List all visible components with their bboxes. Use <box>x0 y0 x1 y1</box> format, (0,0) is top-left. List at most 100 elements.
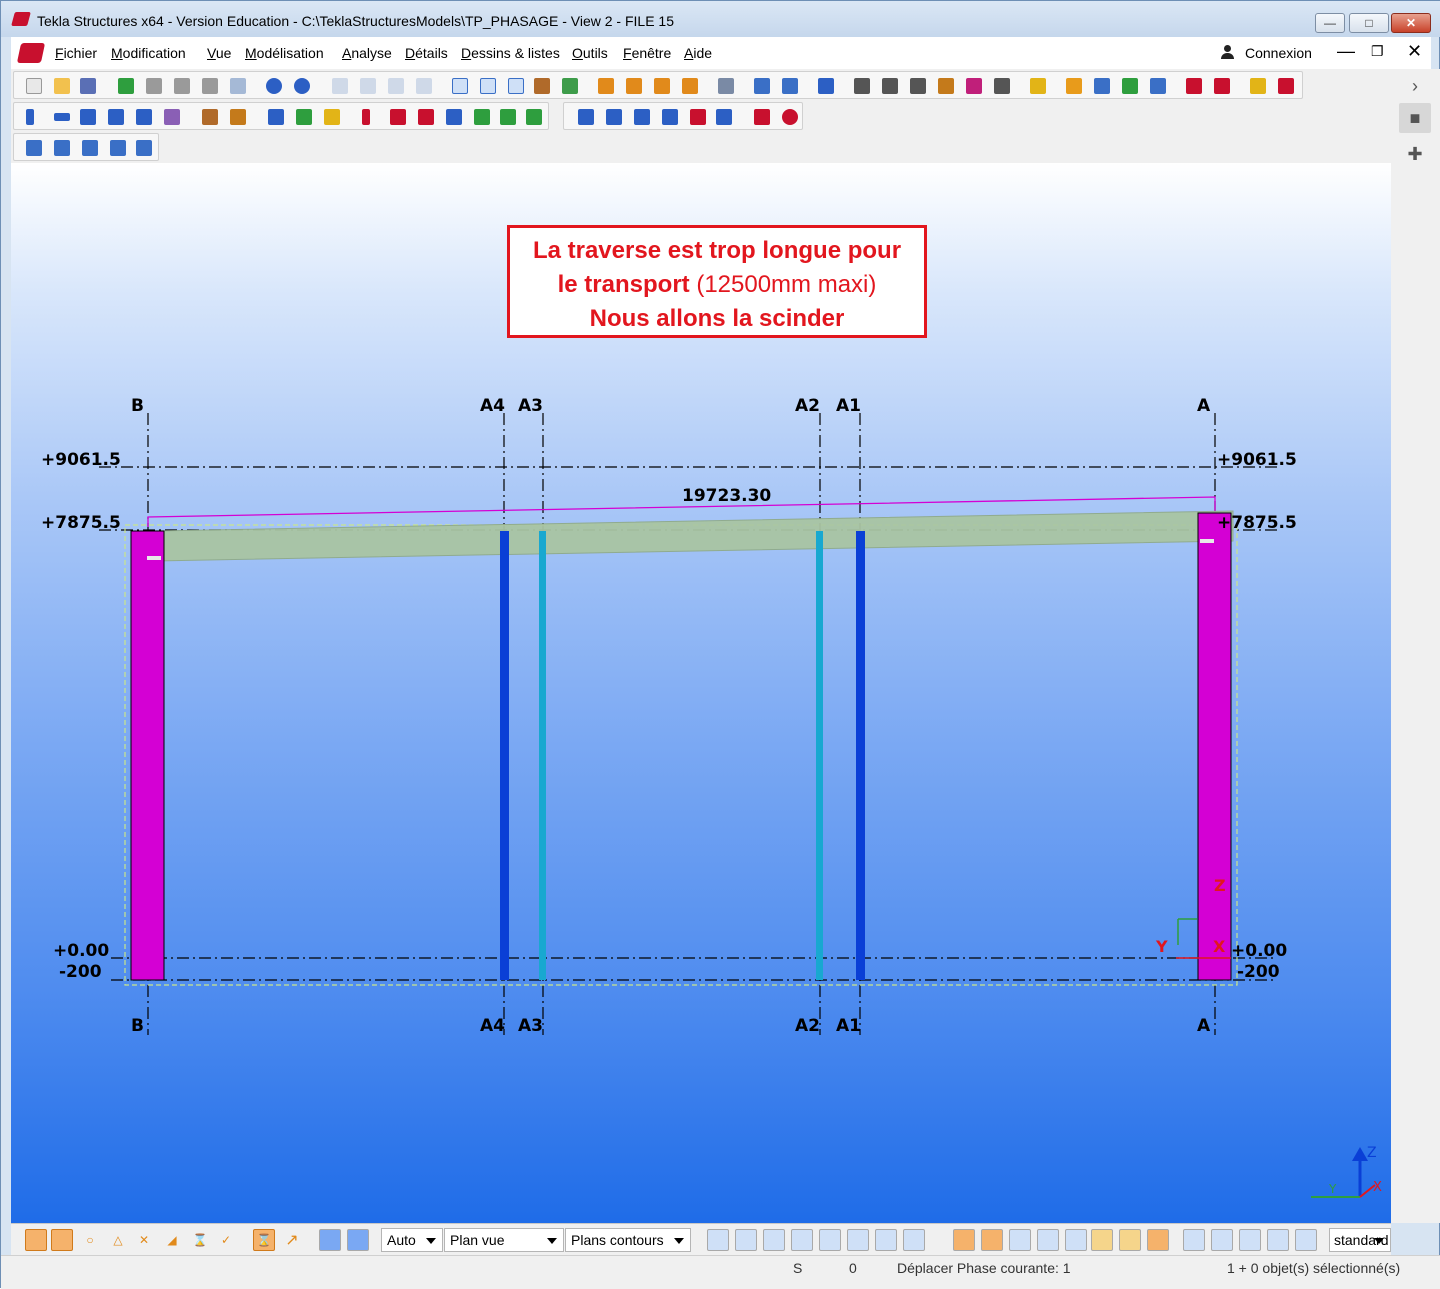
tekla-tool-1-icon[interactable] <box>1186 78 1202 94</box>
column-left[interactable] <box>130 530 165 981</box>
snap-intersection-icon[interactable] <box>690 109 706 125</box>
grid-add-icon[interactable]: ✚ <box>1399 139 1431 169</box>
menu-minimize-icon[interactable]: — <box>1337 41 1355 62</box>
assembly-3-icon[interactable] <box>526 109 542 125</box>
select-grids-icon[interactable] <box>791 1229 813 1251</box>
model-tool-4-icon[interactable] <box>230 78 246 94</box>
phase-3-icon[interactable] <box>1122 78 1138 94</box>
snap-nearest-icon[interactable]: ⌛ <box>189 1229 211 1251</box>
select-rebar-icon[interactable] <box>1037 1229 1059 1251</box>
rotate-icon[interactable] <box>416 78 432 94</box>
plane-select[interactable]: Plan vue <box>444 1228 564 1252</box>
select-pour-icon[interactable] <box>1147 1229 1169 1251</box>
beam-handle-left[interactable] <box>147 556 161 560</box>
tekla-tool-3-icon[interactable] <box>1250 78 1266 94</box>
select-1-icon[interactable] <box>26 140 42 156</box>
select-bolts-icon[interactable] <box>903 1229 925 1251</box>
component-2-icon[interactable] <box>296 109 312 125</box>
snap-perpendicular-icon[interactable] <box>716 109 732 125</box>
select-loads-icon[interactable] <box>1091 1229 1113 1251</box>
snap-center-icon[interactable] <box>782 109 798 125</box>
split-icon[interactable] <box>446 109 462 125</box>
select-5-icon[interactable] <box>136 140 152 156</box>
select-cuts-icon[interactable] <box>847 1229 869 1251</box>
column-right[interactable] <box>1197 512 1232 981</box>
cut-plane-a4[interactable] <box>500 531 509 980</box>
model-tool-3-icon[interactable] <box>202 78 218 94</box>
fitting-icon[interactable] <box>390 109 406 125</box>
dimension-1-icon[interactable] <box>854 78 870 94</box>
inquire-icon[interactable] <box>718 78 734 94</box>
menu-analyse[interactable]: Analyse <box>342 45 392 61</box>
menu-details[interactable]: Détails <box>405 45 448 61</box>
component-1-icon[interactable] <box>268 109 284 125</box>
menu-modelisation[interactable]: Modélisation <box>245 45 324 61</box>
snap-ref-lines-icon[interactable] <box>25 1229 47 1251</box>
dimension-6-icon[interactable] <box>994 78 1010 94</box>
work-plane-icon[interactable] <box>319 1229 341 1251</box>
model-tool-1-icon[interactable] <box>146 78 162 94</box>
snap-corner-icon[interactable]: ◢ <box>161 1229 183 1251</box>
snap-extension-icon[interactable] <box>754 109 770 125</box>
assembly-2-icon[interactable] <box>500 109 516 125</box>
snap-geometry-icon[interactable] <box>51 1229 73 1251</box>
model-view[interactable]: B A4 A3 A2 A1 A B A4 A3 A2 A1 A +9061.5 … <box>11 163 1391 1223</box>
snap-hourglass-icon[interactable]: ⌛ <box>253 1229 275 1251</box>
menu-outils[interactable]: Outils <box>572 45 608 61</box>
snap-check-icon[interactable]: ✓ <box>215 1229 237 1251</box>
filter-1-icon[interactable] <box>1183 1229 1205 1251</box>
maximize-button[interactable]: □ <box>1349 13 1389 33</box>
view-2-icon[interactable] <box>480 78 496 94</box>
menu-close-icon[interactable]: ✕ <box>1407 41 1422 62</box>
beam-handle-right[interactable] <box>1200 539 1214 543</box>
filter-4-icon[interactable] <box>1267 1229 1289 1251</box>
phase-2-icon[interactable] <box>1094 78 1110 94</box>
cube-icon[interactable]: ■ <box>1399 103 1431 133</box>
beam-icon[interactable] <box>54 113 70 121</box>
cut-icon[interactable] <box>534 78 550 94</box>
column-icon[interactable] <box>26 109 34 125</box>
select-all-icon[interactable] <box>707 1229 729 1251</box>
menu-dessins-listes[interactable]: Dessins & listes <box>461 45 560 61</box>
plate-icon[interactable] <box>136 109 152 125</box>
polybeam-icon[interactable] <box>80 109 96 125</box>
snap-arrow-icon[interactable]: ↗ <box>281 1229 303 1251</box>
minimize-button[interactable]: — <box>1315 13 1345 33</box>
select-area-icon[interactable] <box>562 78 578 94</box>
select-surface-icon[interactable] <box>1065 1229 1087 1251</box>
view-plane-icon[interactable] <box>347 1229 369 1251</box>
drawing-3-icon[interactable] <box>654 78 670 94</box>
select-points-icon[interactable] <box>763 1229 785 1251</box>
select-views-icon[interactable] <box>875 1229 897 1251</box>
contour-select[interactable]: Plans contours <box>565 1228 691 1252</box>
cut-plane-a1[interactable] <box>856 531 865 980</box>
mirror-icon[interactable] <box>388 78 404 94</box>
share-icon[interactable] <box>118 78 134 94</box>
menu-aide[interactable]: Aide <box>684 45 712 61</box>
snap-cross-icon[interactable]: ✕ <box>133 1229 155 1251</box>
phase-4-icon[interactable] <box>1150 78 1166 94</box>
select-components-icon[interactable] <box>953 1229 975 1251</box>
menu-restore-icon[interactable]: ❐ <box>1371 43 1384 60</box>
phase-1-icon[interactable] <box>1066 78 1082 94</box>
dimension-3-icon[interactable] <box>910 78 926 94</box>
bent-plate-icon[interactable] <box>164 109 180 125</box>
numbering-1-icon[interactable] <box>754 78 770 94</box>
snap-icon[interactable] <box>1030 78 1046 94</box>
polygon-cut-icon[interactable] <box>418 109 434 125</box>
drawing-4-icon[interactable] <box>682 78 698 94</box>
menu-fichier[interactable]: Fichier <box>55 45 97 61</box>
cut-plane-a2[interactable] <box>816 531 823 980</box>
tekla-tool-2-icon[interactable] <box>1214 78 1230 94</box>
snap-line-icon[interactable] <box>578 109 594 125</box>
copy-icon[interactable] <box>332 78 348 94</box>
filter-3-icon[interactable] <box>1239 1229 1261 1251</box>
help-icon[interactable] <box>818 78 834 94</box>
component-3-icon[interactable] <box>324 109 340 125</box>
weld-icon[interactable] <box>230 109 246 125</box>
beam-traverse[interactable] <box>154 510 1234 562</box>
drawing-2-icon[interactable] <box>626 78 642 94</box>
bolt-icon[interactable] <box>202 109 218 125</box>
redo-icon[interactable] <box>294 78 310 94</box>
curved-beam-icon[interactable] <box>108 109 124 125</box>
